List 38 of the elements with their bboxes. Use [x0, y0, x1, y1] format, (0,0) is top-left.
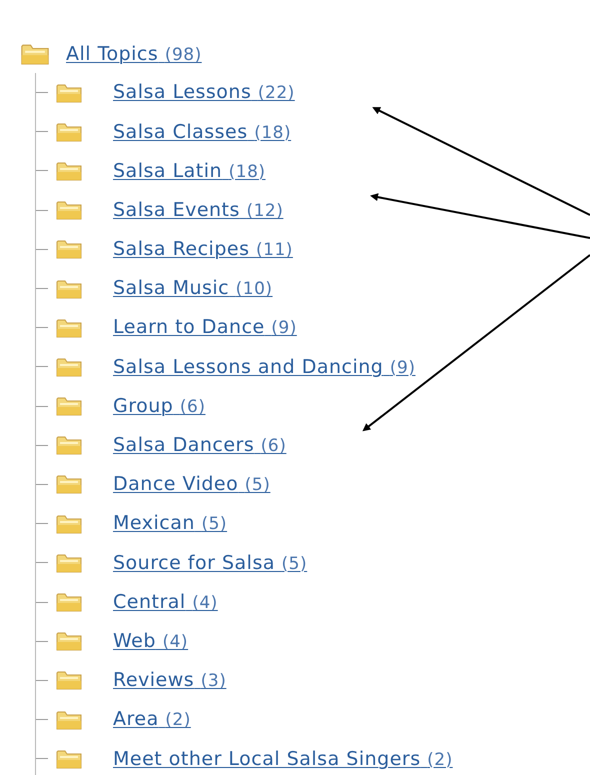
topic-link[interactable]: Salsa Dancers (6) [113, 431, 286, 460]
topic-link[interactable]: Mexican (5) [113, 509, 228, 538]
folder-icon [20, 43, 50, 65]
folder-icon [56, 200, 82, 220]
folder-icon [56, 278, 82, 299]
folder-icon [56, 122, 82, 142]
topic-link[interactable]: Salsa Music (10) [113, 274, 273, 303]
topic-link[interactable]: Central (4) [113, 588, 218, 616]
topic-link[interactable]: Salsa Latin (18) [113, 156, 266, 186]
folder-icon [56, 435, 82, 456]
topic-link[interactable]: Dance Video (5) [113, 470, 270, 499]
folder-icon [56, 82, 82, 103]
topic-link[interactable]: Salsa Classes (18) [113, 118, 292, 146]
topic-link[interactable]: Salsa Lessons and Dancing (9) [113, 352, 416, 382]
topic-link[interactable]: Reviews (3) [113, 666, 226, 695]
folder-icon [56, 514, 82, 534]
topic-link[interactable]: Group (6) [113, 392, 206, 420]
topic-link[interactable]: Salsa Recipes (11) [113, 235, 293, 264]
folder-icon [56, 474, 82, 494]
folder-icon [56, 592, 82, 612]
folder-icon [56, 356, 82, 377]
topic-link[interactable]: Source for Salsa (5) [113, 548, 308, 578]
topic-link[interactable]: Web (4) [113, 626, 188, 656]
folder-icon [56, 160, 82, 181]
folder-icon [56, 552, 82, 573]
topic-link[interactable]: Salsa Lessons (22) [113, 78, 295, 107]
folder-icon [56, 239, 82, 260]
folder-icon [56, 670, 82, 690]
folder-icon [56, 710, 82, 730]
folder-icon [56, 318, 82, 338]
topic-link[interactable]: Area (2) [113, 705, 191, 734]
topic-link[interactable]: Learn to Dance (9) [113, 313, 297, 342]
folder-icon [56, 631, 82, 652]
folder-icon [56, 396, 82, 416]
topic-link[interactable]: Salsa Events (12) [113, 196, 284, 224]
folder-icon [56, 748, 82, 769]
topic-link[interactable]: Meet other Local Salsa Singers (2) [113, 744, 453, 774]
topic-link[interactable]: All Topics (98) [66, 40, 202, 68]
